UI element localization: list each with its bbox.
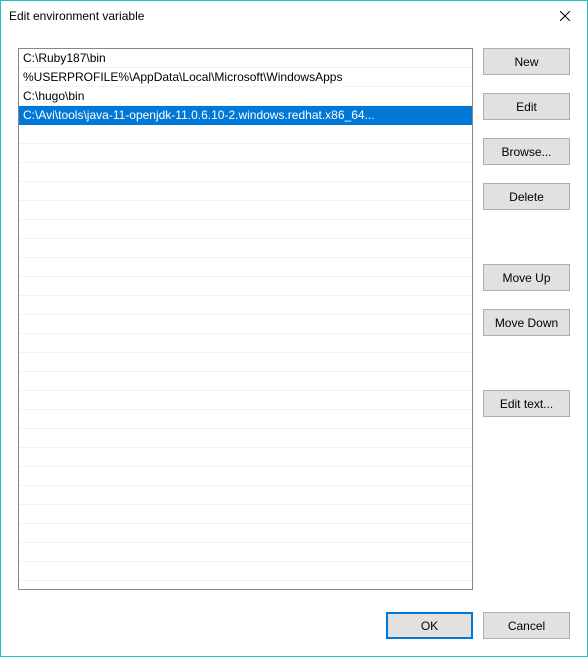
- move-down-button[interactable]: Move Down: [483, 309, 570, 336]
- path-listbox[interactable]: C:\Ruby187\bin %USERPROFILE%\AppData\Loc…: [18, 48, 473, 590]
- titlebar: Edit environment variable: [1, 1, 587, 31]
- list-item[interactable]: C:\hugo\bin: [19, 87, 472, 106]
- cancel-button[interactable]: Cancel: [483, 612, 570, 639]
- list-item[interactable]: C:\Ruby187\bin: [19, 49, 472, 68]
- edit-text-button[interactable]: Edit text...: [483, 390, 570, 417]
- ok-button[interactable]: OK: [386, 612, 473, 639]
- close-icon: [560, 11, 570, 21]
- dialog-window: Edit environment variable C:\Ruby187\bin…: [0, 0, 588, 657]
- delete-button[interactable]: Delete: [483, 183, 570, 210]
- move-up-button[interactable]: Move Up: [483, 264, 570, 291]
- browse-button[interactable]: Browse...: [483, 138, 570, 165]
- list-inner: C:\Ruby187\bin %USERPROFILE%\AppData\Loc…: [19, 49, 472, 589]
- list-item[interactable]: %USERPROFILE%\AppData\Local\Microsoft\Wi…: [19, 68, 472, 87]
- dialog-footer: OK Cancel: [18, 612, 570, 639]
- close-button[interactable]: [542, 1, 587, 31]
- dialog-content: C:\Ruby187\bin %USERPROFILE%\AppData\Loc…: [1, 31, 587, 656]
- new-button[interactable]: New: [483, 48, 570, 75]
- window-title: Edit environment variable: [9, 9, 144, 23]
- edit-button[interactable]: Edit: [483, 93, 570, 120]
- main-row: C:\Ruby187\bin %USERPROFILE%\AppData\Loc…: [18, 48, 570, 590]
- side-button-column: New Edit Browse... Delete Move Up Move D…: [483, 48, 570, 590]
- list-item[interactable]: C:\Avi\tools\java-11-openjdk-11.0.6.10-2…: [19, 106, 472, 125]
